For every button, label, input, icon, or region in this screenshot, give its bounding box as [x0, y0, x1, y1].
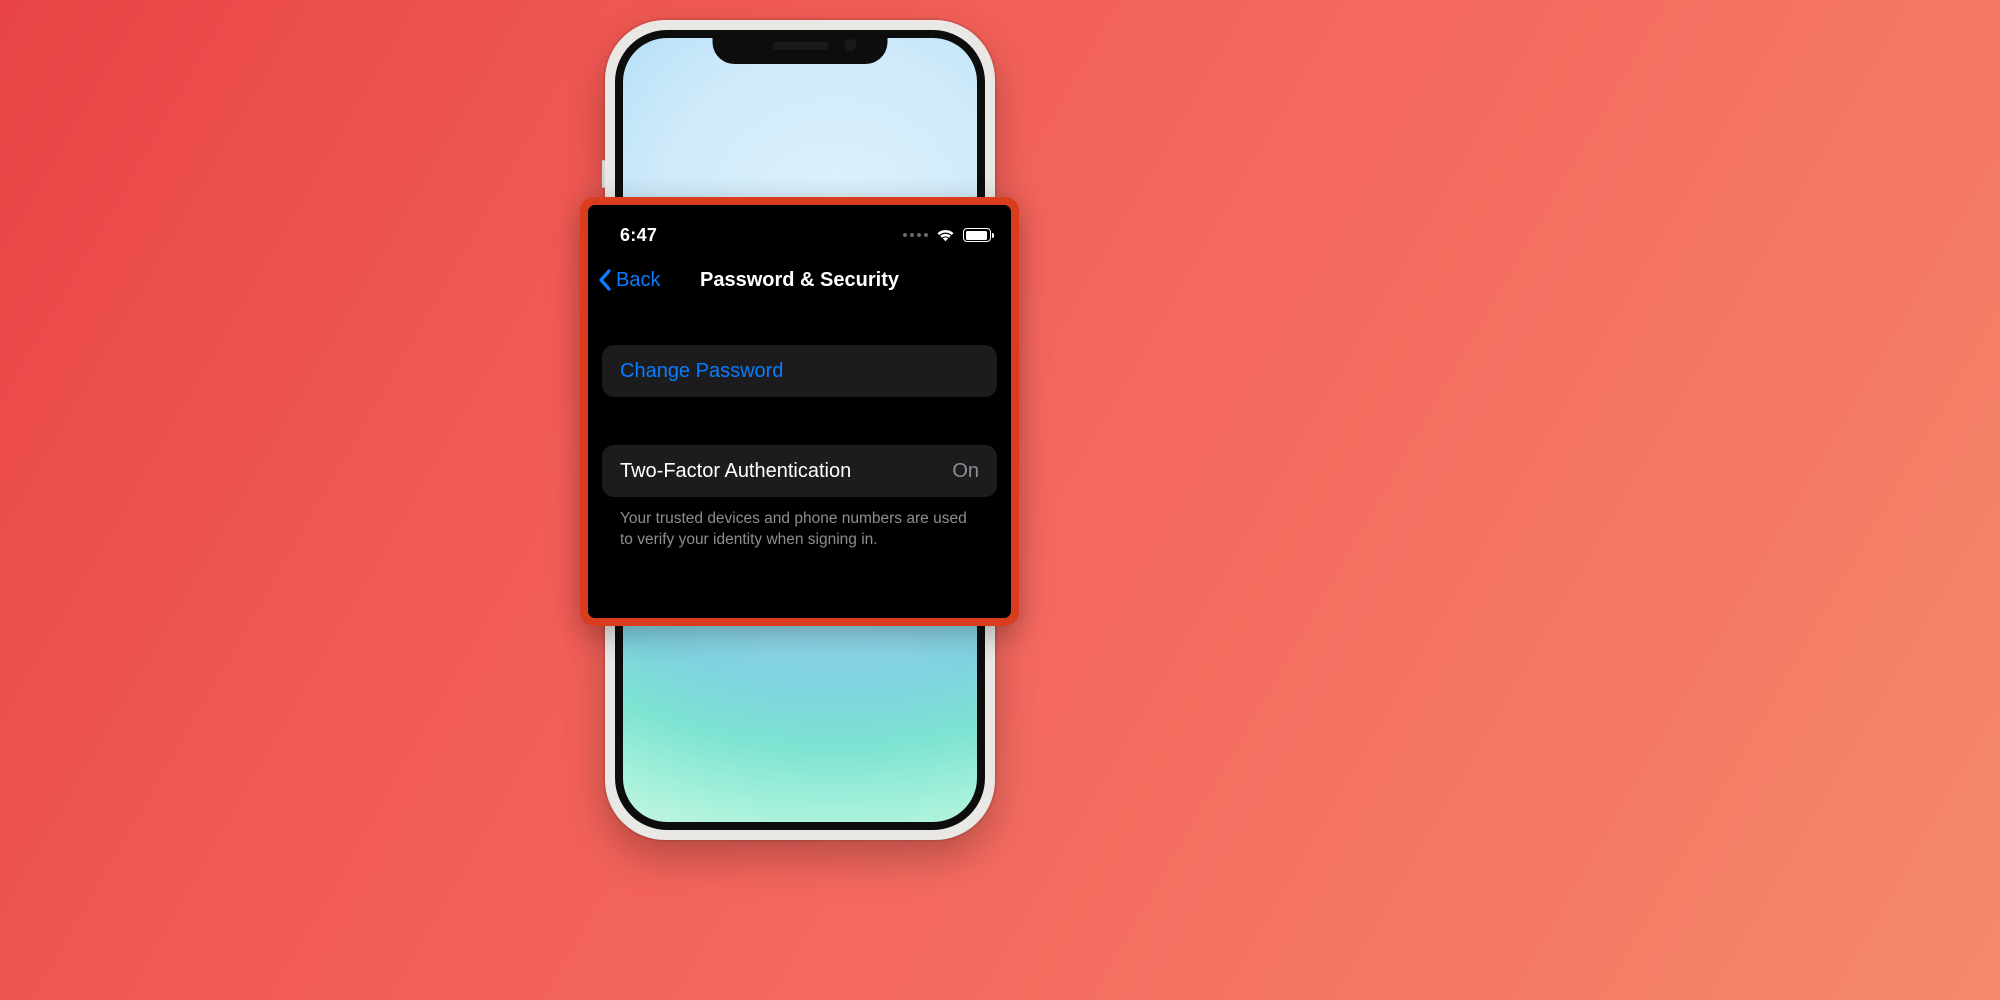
status-bar: 6:47 — [588, 205, 1011, 257]
iphone-notch — [713, 30, 888, 64]
status-indicators — [903, 228, 991, 242]
group-change-password: Change Password — [602, 345, 997, 397]
nav-bar: Back Password & Security — [588, 257, 1011, 303]
wifi-icon — [936, 228, 955, 242]
two-factor-label: Two-Factor Authentication — [620, 460, 851, 483]
settings-screen: 6:47 Back Password & Security — [588, 205, 1011, 618]
two-factor-footer-text: Your trusted devices and phone numbers a… — [602, 497, 997, 551]
settings-content: Change Password Two-Factor Authenticatio… — [588, 345, 1011, 551]
change-password-row[interactable]: Change Password — [602, 345, 997, 397]
two-factor-row[interactable]: Two-Factor Authentication On — [602, 445, 997, 497]
two-factor-value: On — [952, 460, 979, 483]
battery-icon — [963, 228, 991, 242]
mute-switch — [602, 160, 605, 188]
back-button[interactable]: Back — [598, 269, 660, 292]
status-time: 6:47 — [620, 225, 657, 246]
chevron-left-icon — [598, 269, 612, 291]
change-password-label: Change Password — [620, 360, 783, 383]
group-two-factor: Two-Factor Authentication On — [602, 445, 997, 497]
back-label: Back — [616, 269, 660, 292]
cellular-dots-icon — [903, 233, 928, 237]
settings-screenshot-overlay: 6:47 Back Password & Security — [580, 197, 1019, 626]
